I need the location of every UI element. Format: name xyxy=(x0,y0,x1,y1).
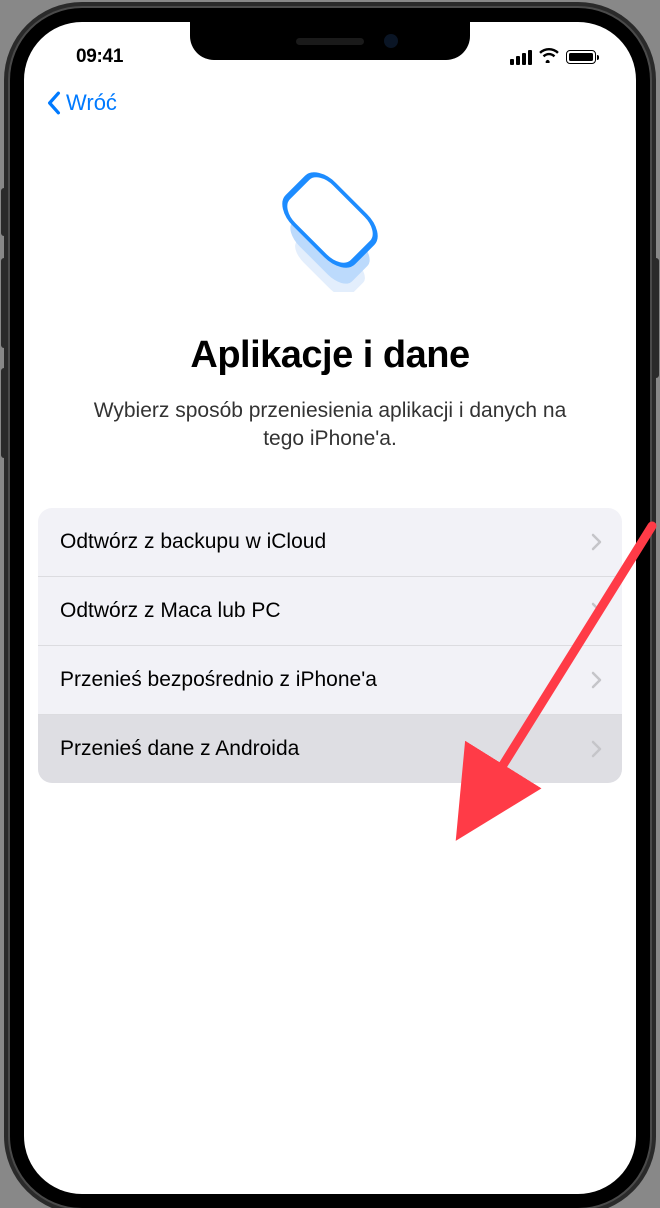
status-icons xyxy=(510,47,596,68)
chevron-right-icon xyxy=(591,671,602,689)
option-label: Przenieś dane z Androida xyxy=(60,737,299,761)
battery-icon xyxy=(566,50,596,64)
option-transfer-iphone[interactable]: Przenieś bezpośrednio z iPhone'a xyxy=(38,646,622,715)
back-button-label: Wróć xyxy=(66,90,117,116)
chevron-right-icon xyxy=(591,602,602,620)
screen: 09:41 Wróć xyxy=(24,22,636,1194)
chevron-left-icon xyxy=(46,91,62,115)
option-label: Przenieś bezpośrednio z iPhone'a xyxy=(60,668,377,692)
option-restore-icloud[interactable]: Odtwórz z backupu w iCloud xyxy=(38,508,622,577)
apps-data-icon xyxy=(265,162,395,292)
status-time: 09:41 xyxy=(76,46,123,68)
phone-device-frame: 09:41 Wróć xyxy=(10,8,650,1208)
option-label: Odtwórz z backupu w iCloud xyxy=(60,530,326,554)
wifi-icon xyxy=(539,47,559,68)
back-button[interactable]: Wróć xyxy=(46,90,117,116)
chevron-right-icon xyxy=(591,740,602,758)
page-subtitle: Wybierz sposób przeniesienia aplikacji i… xyxy=(64,397,596,454)
option-restore-mac-pc[interactable]: Odtwórz z Maca lub PC xyxy=(38,577,622,646)
notch xyxy=(190,22,470,60)
chevron-right-icon xyxy=(591,533,602,551)
option-move-android[interactable]: Przenieś dane z Androida xyxy=(38,715,622,783)
page-title: Aplikacje i dane xyxy=(64,334,596,377)
cellular-signal-icon xyxy=(510,50,532,65)
option-label: Odtwórz z Maca lub PC xyxy=(60,599,281,623)
options-list: Odtwórz z backupu w iCloud Odtwórz z Mac… xyxy=(38,508,622,783)
